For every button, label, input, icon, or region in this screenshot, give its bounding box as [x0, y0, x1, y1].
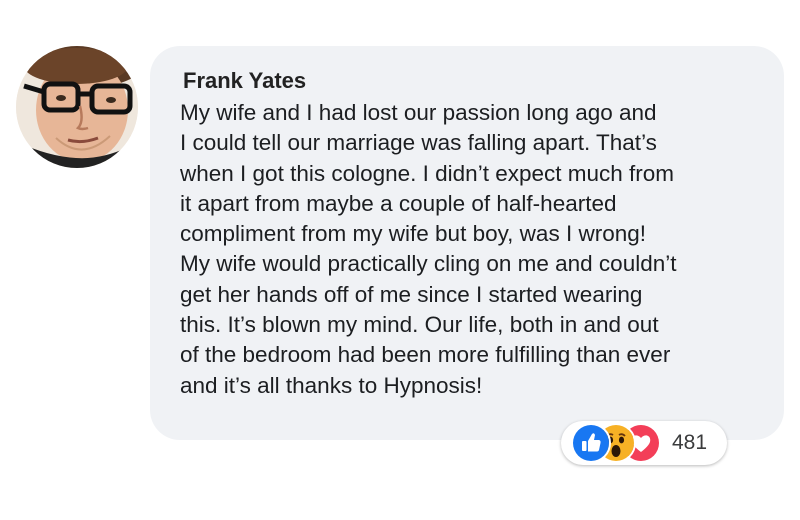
- comment-line: I could tell our marriage was falling ap…: [180, 130, 657, 156]
- comment-line: and it’s all thanks to Hypnosis!: [180, 372, 483, 398]
- comment-line: of the bedroom had been more fulfilling …: [180, 342, 671, 368]
- reactions-summary[interactable]: 481: [561, 421, 727, 465]
- comment-line: My wife would practically cling on me an…: [180, 251, 677, 277]
- like-icon: [571, 423, 611, 463]
- comment: Frank Yates My wife and I had lost our p…: [0, 0, 800, 520]
- comment-line: My wife and I had lost our passion long …: [180, 100, 657, 125]
- comment-line: when I got this cologne. I didn’t expect…: [180, 160, 675, 186]
- comment-line: get her hands off of me since I started …: [180, 281, 643, 307]
- comment-text: My wife and I had lost our passion long …: [180, 98, 760, 401]
- avatar[interactable]: [16, 46, 138, 168]
- comment-author[interactable]: Frank Yates: [183, 66, 760, 96]
- comment-line: it apart from maybe a couple of half-hea…: [180, 190, 617, 216]
- comment-bubble: Frank Yates My wife and I had lost our p…: [150, 46, 784, 440]
- comment-line: compliment from my wife but boy, was I w…: [180, 221, 646, 247]
- reaction-count: 481: [672, 431, 708, 454]
- comment-line: this. It’s blown my mind. Our life, both…: [180, 312, 659, 338]
